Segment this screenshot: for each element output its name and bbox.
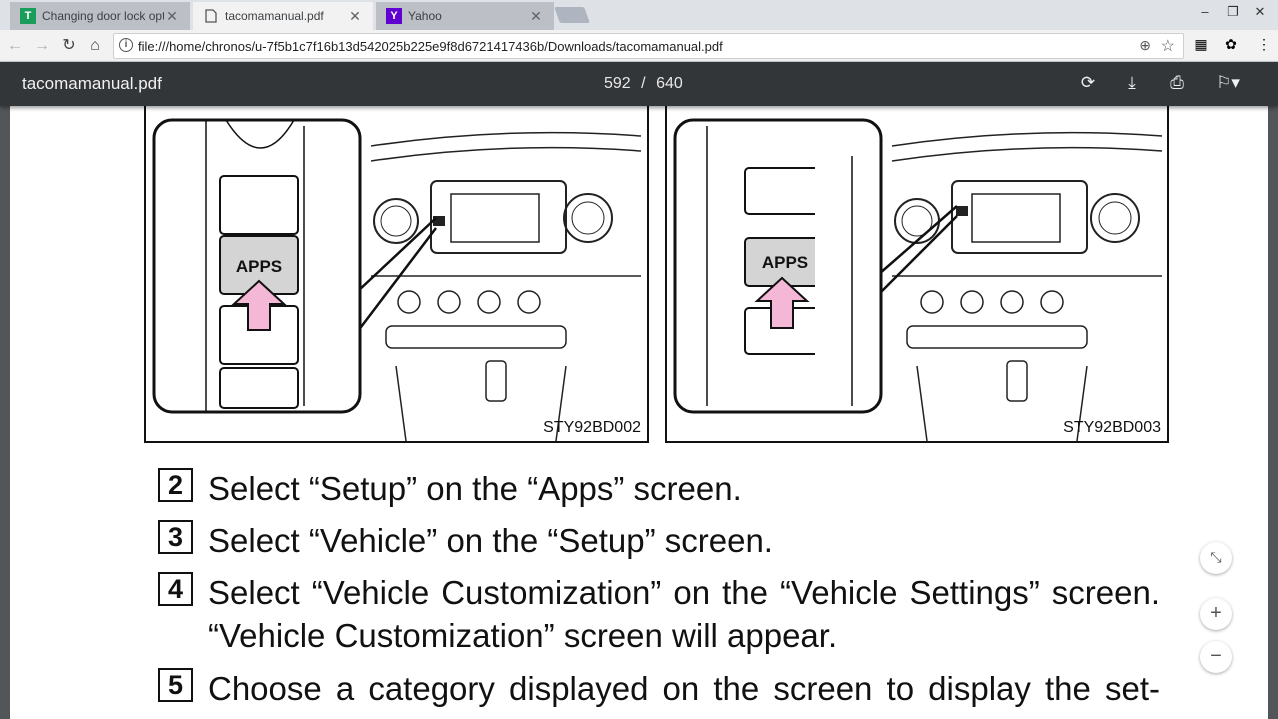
figure-code: STY92BD002 [543, 419, 641, 436]
tab-title: Changing door lock opti [42, 9, 164, 23]
step-number: 4 [158, 572, 193, 606]
home-icon[interactable]: ⌂ [84, 35, 106, 57]
figure-illustration: APPS STY92BD002 [144, 106, 649, 443]
fit-page-button[interactable]: ⤡ [1200, 542, 1232, 574]
extension-icon[interactable]: ▦ [1192, 36, 1210, 54]
browser-toolbar: ← → ↻ ⌂ i file:///home/chronos/u-7f5b1c7… [0, 30, 1278, 62]
step-number: 3 [158, 520, 193, 554]
download-icon[interactable]: ⤓ [1121, 73, 1143, 95]
extension-palette-icon[interactable]: ✿ [1222, 36, 1240, 54]
figure-code: STY92BD003 [1063, 419, 1161, 436]
new-tab-button[interactable] [554, 7, 590, 23]
bookmark-menu-icon[interactable]: ⚐▾ [1210, 73, 1246, 95]
step-number: 2 [158, 468, 193, 502]
url-text: file:///home/chronos/u-7f5b1c7f16b13d542… [138, 39, 723, 54]
apps-button-label: APPS [236, 257, 282, 276]
dashboard-illustration: APPS [152, 118, 642, 441]
tab-title: Yahoo [408, 9, 442, 23]
bookmark-star-icon[interactable]: ☆ [1161, 36, 1175, 56]
step-text: Select “Vehicle Customization” on the “V… [208, 574, 1160, 611]
zoom-out-button[interactable]: − [1200, 641, 1232, 673]
close-tab-icon[interactable]: ✕ [528, 8, 544, 25]
pdf-page: APPS STY92BD002 APPS STY92BD003 2 Select… [10, 106, 1268, 719]
step-number: 5 [158, 668, 193, 702]
rotate-icon[interactable]: ⟳ [1077, 73, 1099, 95]
tab-title: tacomamanual.pdf [225, 9, 324, 23]
document-icon [203, 8, 219, 24]
step-text: Select “Vehicle” on the “Setup” screen. [208, 522, 773, 559]
print-icon[interactable]: ⎙ [1166, 73, 1188, 95]
zoom-in-button[interactable]: + [1200, 598, 1232, 630]
restore-icon[interactable]: ❐ [1223, 4, 1243, 20]
address-bar[interactable]: i file:///home/chronos/u-7f5b1c7f16b13d5… [113, 33, 1184, 59]
step-text-continued: “Vehicle Customization” screen will appe… [208, 617, 838, 654]
page-indicator: 592 / 640 [604, 75, 683, 93]
tab-yahoo[interactable]: Y Yahoo ✕ [376, 2, 554, 30]
dashboard-illustration: APPS [673, 118, 1163, 441]
back-icon[interactable]: ← [4, 35, 26, 57]
close-window-icon[interactable]: ✕ [1250, 4, 1270, 20]
minimize-icon[interactable]: – [1195, 4, 1215, 19]
figure-illustration: APPS STY92BD003 [665, 106, 1169, 443]
step-text: Select “Setup” on the “Apps” screen. [208, 470, 742, 507]
yahoo-icon: Y [386, 8, 402, 24]
step-text: Choose a category displayed on the scree… [208, 670, 1160, 707]
pdf-title: tacomamanual.pdf [22, 74, 162, 93]
reload-icon[interactable]: ↻ [58, 35, 80, 57]
tab-door-lock[interactable]: T Changing door lock opti ✕ [10, 2, 190, 30]
apps-button-label: APPS [762, 253, 808, 272]
close-tab-icon[interactable]: ✕ [164, 8, 180, 25]
info-icon[interactable]: i [119, 38, 133, 52]
site-favicon-icon: T [20, 8, 36, 24]
current-page[interactable]: 592 [604, 75, 631, 92]
pdf-toolbar: tacomamanual.pdf 592 / 640 ⟳ ⤓ ⎙ ⚐▾ [0, 62, 1278, 106]
tab-tacomamanual[interactable]: tacomamanual.pdf ✕ [193, 2, 373, 30]
total-pages: 640 [656, 75, 683, 92]
close-tab-icon[interactable]: ✕ [347, 8, 363, 25]
page-separator: / [641, 75, 646, 92]
zoom-icon[interactable]: ⊕ [1139, 37, 1151, 54]
menu-icon[interactable]: ⋮ [1255, 36, 1273, 54]
forward-icon[interactable]: → [31, 35, 53, 57]
tab-strip: T Changing door lock opti ✕ tacomamanual… [0, 0, 1278, 30]
